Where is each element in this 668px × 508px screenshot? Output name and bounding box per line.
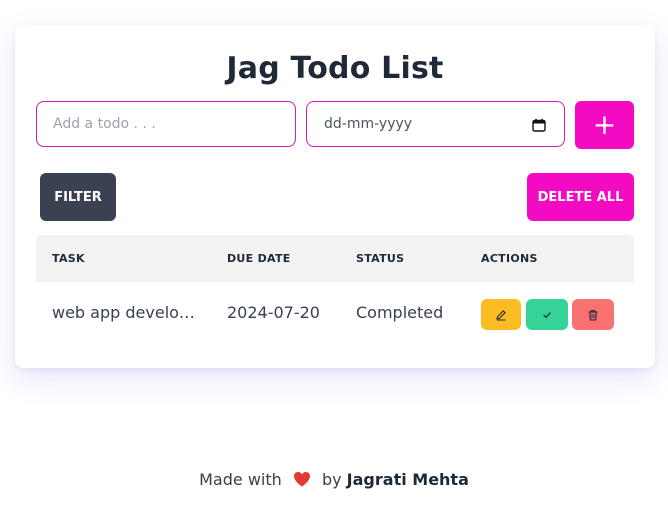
due-date-input[interactable]: dd-mm-yyyy — [306, 101, 565, 147]
footer-made-with: Made with — [199, 470, 282, 489]
delete-all-button[interactable]: DELETE ALL — [527, 173, 634, 221]
plus-icon: + — [592, 108, 617, 141]
due-date-cell: 2024-07-20 — [227, 303, 320, 322]
check-icon — [543, 311, 551, 318]
column-header-task: TASK — [52, 252, 85, 265]
todo-table: TASK DUE DATE STATUS ACTIONS web app dev… — [36, 235, 634, 344]
column-header-status: STATUS — [356, 252, 405, 265]
add-todo-button[interactable]: + — [575, 101, 634, 149]
task-cell: web app development — [52, 303, 198, 322]
footer-by: by — [321, 470, 342, 489]
complete-todo-button[interactable] — [526, 299, 568, 330]
column-header-actions: ACTIONS — [481, 252, 538, 265]
todo-input-wrapper[interactable] — [36, 101, 296, 147]
todo-input[interactable] — [37, 102, 295, 146]
footer: Made with by Jagrati Mehta — [0, 470, 668, 489]
filter-button[interactable]: FILTER — [40, 173, 116, 221]
calendar-icon[interactable] — [532, 118, 546, 132]
table-header: TASK DUE DATE STATUS ACTIONS — [36, 235, 634, 282]
page-title: Jag Todo List — [226, 51, 444, 86]
footer-author: Jagrati Mehta — [346, 470, 469, 489]
trash-icon — [588, 309, 598, 321]
heart-icon — [293, 472, 310, 487]
delete-todo-button[interactable] — [572, 299, 614, 330]
column-header-due-date: DUE DATE — [227, 252, 291, 265]
todo-card: Jag Todo List dd-mm-yyyy + FILTER DELETE… — [15, 25, 655, 368]
edit-todo-button[interactable] — [481, 299, 521, 330]
table-row: web app development 2024-07-20 Completed — [36, 282, 634, 344]
pencil-icon — [496, 309, 506, 320]
due-date-placeholder: dd-mm-yyyy — [324, 116, 413, 132]
status-cell: Completed — [356, 303, 444, 322]
